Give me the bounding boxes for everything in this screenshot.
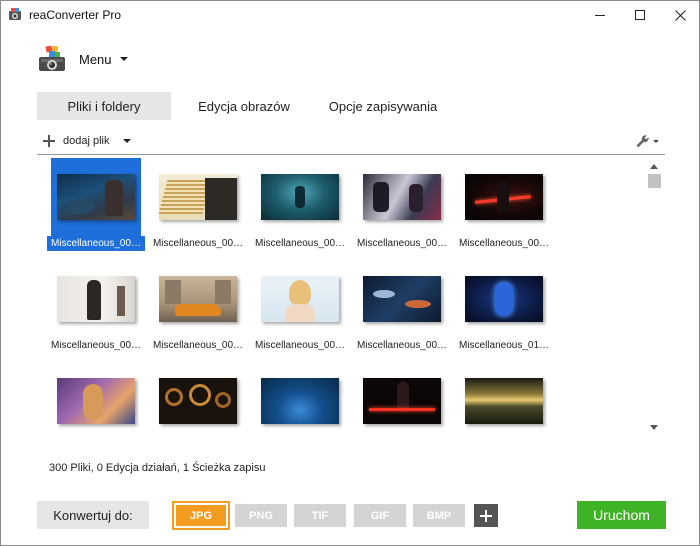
file-name: Miscellaneous_00… <box>50 340 142 351</box>
run-button[interactable]: Uruchom <box>577 501 666 529</box>
format-jpg-button[interactable]: JPG <box>172 501 230 530</box>
close-button[interactable] <box>657 1 700 29</box>
tab-files-and-folders[interactable]: Pliki i foldery <box>37 92 171 120</box>
tab-save-options[interactable]: Opcje zapisywania <box>317 92 449 120</box>
thumbnail-image <box>465 276 543 322</box>
title-bar: reaConverter Pro <box>1 1 699 29</box>
chevron-down-icon <box>119 57 128 61</box>
plus-icon <box>480 509 492 522</box>
file-name: Miscellaneous_00… <box>152 238 244 249</box>
tab-image-editing[interactable]: Edycja obrazów <box>171 92 317 120</box>
file-grid-scrollbar[interactable] <box>647 158 662 435</box>
window-title: reaConverter Pro <box>29 8 122 22</box>
thumbnail-image <box>363 174 441 220</box>
scroll-down-arrow-icon[interactable] <box>650 425 658 430</box>
file-name: Miscellaneous_00… <box>254 238 346 249</box>
app-window: reaConverter Pro Menu Pliki i foldery Ed… <box>0 0 700 546</box>
file-name: Miscellaneous_01… <box>458 340 550 351</box>
thumbnail-image <box>159 378 237 424</box>
format-bmp-button[interactable]: BMP <box>413 504 465 527</box>
scroll-up-arrow-icon[interactable] <box>650 164 658 169</box>
thumbnail-image <box>363 378 441 424</box>
file-name: Miscellaneous_00… <box>458 238 550 249</box>
scroll-thumb[interactable] <box>648 174 661 188</box>
file-name: Miscellaneous_00… <box>47 236 145 251</box>
thumbnail-image <box>261 378 339 424</box>
format-gif-button[interactable]: GIF <box>354 504 406 527</box>
main-menu-button[interactable]: Menu <box>37 43 128 75</box>
thumbnail-image <box>159 174 237 220</box>
maximize-icon <box>635 10 645 20</box>
format-tif-button[interactable]: TIF <box>294 504 346 527</box>
camera-app-icon <box>9 8 21 20</box>
menu-label: Menu <box>79 51 112 67</box>
thumbnail-image <box>261 276 339 322</box>
file-grid: Miscellaneous_00… Miscellaneous_00… Misc… <box>37 156 665 436</box>
wrench-icon <box>636 135 649 147</box>
status-summary: 300 Pliki, 0 Edycja działań, 1 Ścieżka z… <box>49 462 266 474</box>
add-file-label: dodaj plik <box>63 135 110 147</box>
close-icon <box>674 9 686 21</box>
file-name: Miscellaneous_00… <box>356 340 448 351</box>
add-format-button[interactable] <box>474 504 498 527</box>
thumbnail-image <box>261 174 339 220</box>
thumbnail-image <box>465 378 543 424</box>
files-toolbar: dodaj plik <box>37 129 665 155</box>
chevron-down-icon <box>653 139 659 143</box>
thumbnail-image <box>465 174 543 220</box>
file-name: Miscellaneous_00… <box>152 340 244 351</box>
main-tabs: Pliki i foldery Edycja obrazów Opcje zap… <box>37 92 449 120</box>
thumbnail-image <box>57 174 135 220</box>
add-file-button[interactable]: dodaj plik <box>43 132 132 150</box>
thumbnail-image <box>57 378 135 424</box>
file-name: Miscellaneous_00… <box>356 238 448 249</box>
thumbnail-image <box>57 276 135 322</box>
chevron-down-icon <box>123 139 132 143</box>
minimize-icon <box>595 14 605 16</box>
thumbnail-image <box>363 276 441 322</box>
file-name: Miscellaneous_00… <box>254 340 346 351</box>
plus-icon <box>43 135 55 147</box>
convert-to-label: Konwertuj do: <box>37 501 149 529</box>
thumbnail-image <box>159 276 237 322</box>
format-png-button[interactable]: PNG <box>235 504 287 527</box>
settings-button[interactable] <box>636 133 659 149</box>
reaconverter-logo-icon <box>39 45 65 71</box>
